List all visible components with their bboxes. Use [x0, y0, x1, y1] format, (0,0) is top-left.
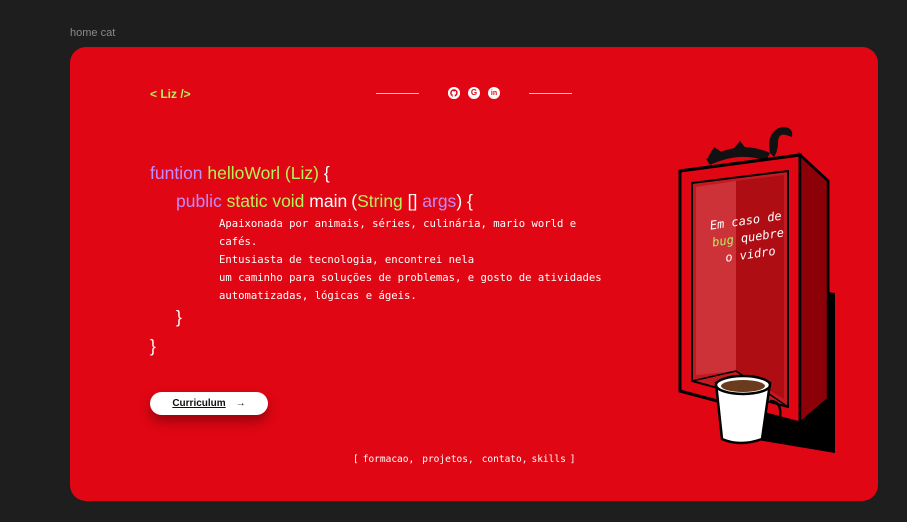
code-main: main: [309, 191, 348, 211]
coffee-surface: [721, 380, 765, 392]
arrow-right-icon: →: [235, 398, 246, 409]
caption-bug-word: bug: [711, 232, 735, 250]
divider-left: [376, 92, 419, 94]
code-close: ) {: [456, 191, 473, 211]
description-line: automatizadas, lógicas e ágeis.: [219, 290, 417, 302]
code-keyword: funtion: [150, 163, 203, 183]
code-public: public: [176, 191, 222, 211]
description-line: um caminho para soluções de problemas, e…: [219, 272, 602, 284]
curriculum-button[interactable]: Curriculum →: [150, 392, 268, 415]
code-function-arg: (Liz): [284, 163, 319, 183]
logo[interactable]: < Liz />: [150, 87, 191, 101]
code-args: args: [422, 191, 457, 211]
nav-item-projetos[interactable]: projetos,: [422, 454, 473, 465]
code-brace: {: [323, 163, 330, 183]
section-nav: [ formacao, projetos, contato, skills ]: [353, 454, 576, 465]
github-icon-glyph: [448, 87, 460, 99]
box-side: [798, 152, 830, 426]
curriculum-label: Curriculum: [172, 398, 226, 409]
nav-item-formacao[interactable]: formacao,: [363, 454, 414, 465]
about-description: Apaixonada por animais, séries, culinári…: [219, 215, 659, 305]
social-links: G in: [376, 83, 572, 103]
github-icon[interactable]: [448, 87, 460, 99]
description-line: Apaixonada por animais, séries, culinári…: [219, 218, 577, 230]
code-line-main: public static void main (String [] args) …: [176, 191, 473, 212]
code-function-name: helloWorl: [207, 163, 281, 183]
hero-card: < Liz /> G in funtion helloWorl (Liz) { …: [70, 47, 878, 501]
glass-reflection: [696, 181, 736, 375]
code-static: static void: [226, 191, 305, 211]
linkedin-icon[interactable]: in: [488, 87, 500, 99]
code-brackets: []: [407, 191, 418, 211]
code-close-inner: }: [176, 307, 182, 327]
cat-tail-icon: [769, 127, 793, 157]
nav-item-skills[interactable]: skills: [531, 454, 565, 465]
google-icon[interactable]: G: [468, 87, 480, 99]
divider-right: [529, 92, 572, 94]
code-string: String: [357, 191, 403, 211]
frame-label: home cat: [70, 27, 116, 39]
code-line-function: funtion helloWorl (Liz) {: [150, 163, 330, 184]
nav-bracket-open: [: [353, 454, 359, 465]
code-close-outer: }: [150, 336, 156, 356]
description-line: cafés.: [219, 236, 258, 248]
nav-bracket-close: ]: [569, 454, 576, 465]
description-line: Entusiasta de tecnologia, encontrei nela: [219, 254, 475, 266]
glass-box-illustration: [678, 127, 835, 453]
nav-item-contato[interactable]: contato,: [482, 454, 528, 465]
